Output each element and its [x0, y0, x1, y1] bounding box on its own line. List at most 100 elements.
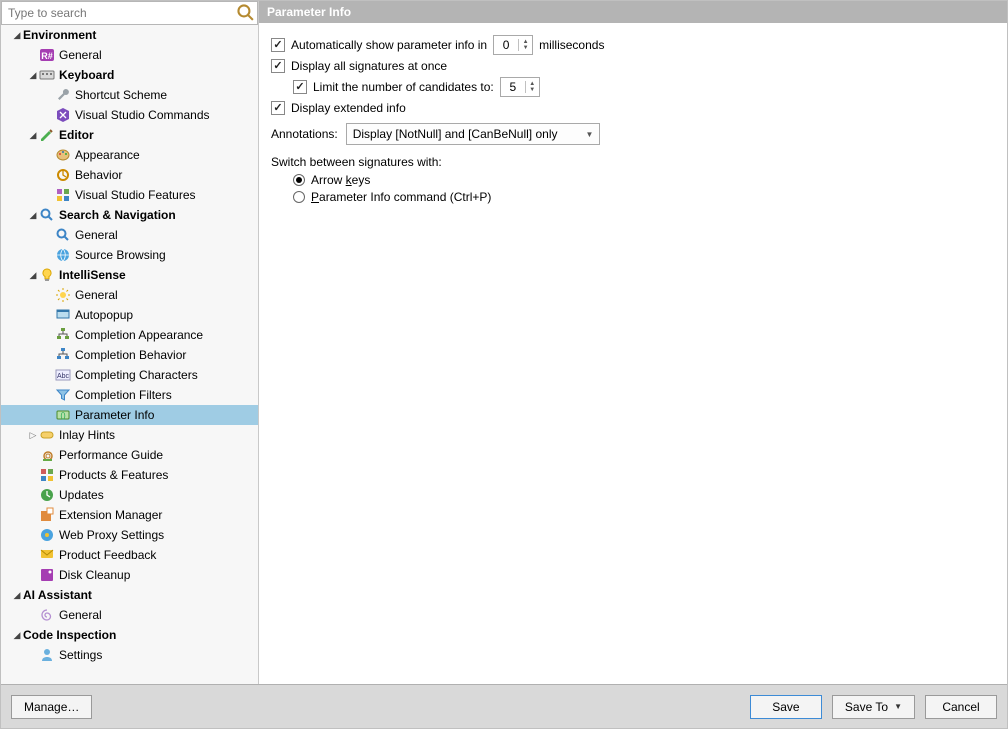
tree-item[interactable]: Completion Filters	[1, 385, 258, 405]
tree-item[interactable]: Completion Behavior	[1, 345, 258, 365]
tree-item-label: Completing Characters	[75, 368, 198, 382]
display-extended-checkbox[interactable]: Display extended info	[271, 101, 406, 115]
spin-down-icon[interactable]: ▼	[519, 45, 532, 51]
tree-item[interactable]: General	[1, 285, 258, 305]
svg-text:(): ()	[60, 411, 66, 420]
search-box[interactable]	[1, 1, 258, 25]
tree-item-label: Shortcut Scheme	[75, 88, 167, 102]
tree-item-label: General	[75, 228, 118, 242]
spiral-icon	[39, 607, 55, 623]
svg-text:Abc: Abc	[57, 373, 70, 380]
snail-icon	[39, 447, 55, 463]
tree-twisty-icon[interactable]: ▷	[27, 431, 39, 440]
auto-show-delay-value[interactable]	[494, 38, 518, 52]
tree-item[interactable]: Behavior	[1, 165, 258, 185]
page-title: Parameter Info	[259, 1, 1007, 23]
tree-item-label: AI Assistant	[23, 588, 92, 602]
tree-twisty-icon[interactable]: ◢	[27, 271, 39, 280]
row-limit-candidates: Limit the number of candidates to: ▲▼	[271, 77, 995, 97]
save-to-button[interactable]: Save To▼	[832, 695, 915, 719]
source-globe-icon	[55, 247, 71, 263]
tree-item[interactable]: Web Proxy Settings	[1, 525, 258, 545]
radio-parameter-info-cmd[interactable]: Parameter Info command (Ctrl+P)	[293, 190, 995, 204]
tree-item[interactable]: Source Browsing	[1, 245, 258, 265]
tree-item[interactable]: Disk Cleanup	[1, 565, 258, 585]
palette-icon	[55, 147, 71, 163]
gear-bulb-icon	[55, 287, 71, 303]
tree-twisty-icon[interactable]: ◢	[11, 631, 23, 640]
tree-item[interactable]: ◢ Keyboard	[1, 65, 258, 85]
right-pane: Parameter Info Automatically show parame…	[259, 1, 1007, 684]
tree-item[interactable]: ▷Inlay Hints	[1, 425, 258, 445]
magnifier-icon	[55, 227, 71, 243]
tree-item[interactable]: R#General	[1, 45, 258, 65]
tree-item[interactable]: Settings	[1, 645, 258, 665]
spinner[interactable]: ▲▼	[518, 39, 532, 51]
tree-item-label: Keyboard	[59, 68, 114, 82]
tree-item[interactable]: ◢Code Inspection	[1, 625, 258, 645]
tree-item[interactable]: General	[1, 225, 258, 245]
tree-item[interactable]: Shortcut Scheme	[1, 85, 258, 105]
annotations-value: Display [NotNull] and [CanBeNull] only	[353, 127, 582, 141]
row-annotations: Annotations: Display [NotNull] and [CanB…	[271, 123, 995, 145]
tree-item[interactable]: Updates	[1, 485, 258, 505]
tree-item[interactable]: Visual Studio Commands	[1, 105, 258, 125]
tree-twisty-icon[interactable]: ◢	[27, 131, 39, 140]
tree-twisty-icon[interactable]: ◢	[11, 591, 23, 600]
manage-button[interactable]: Manage…	[11, 695, 92, 719]
limit-value[interactable]	[501, 80, 525, 94]
search-icon	[235, 2, 257, 24]
tree-item[interactable]: Appearance	[1, 145, 258, 165]
tree-item[interactable]: Performance Guide	[1, 445, 258, 465]
tree-item[interactable]: ◢Search & Navigation	[1, 205, 258, 225]
limit-value-input[interactable]: ▲▼	[500, 77, 540, 97]
tree-item[interactable]: Abc Completing Characters	[1, 365, 258, 385]
left-pane: ◢EnvironmentR#General◢KeyboardShortcut S…	[1, 1, 259, 684]
tree-item-label: Products & Features	[59, 468, 168, 482]
tree-item[interactable]: Autopopup	[1, 305, 258, 325]
tree-item[interactable]: Products & Features	[1, 465, 258, 485]
tree-item[interactable]: General	[1, 605, 258, 625]
radio-pcmd-label: Parameter Info command (Ctrl+P)	[311, 190, 491, 204]
display-all-checkbox[interactable]: Display all signatures at once	[271, 59, 447, 73]
chevron-down-icon: ▼	[581, 130, 597, 139]
settings-tree[interactable]: ◢EnvironmentR#General◢KeyboardShortcut S…	[1, 25, 258, 684]
tree-item-label: Environment	[23, 28, 96, 42]
cancel-button[interactable]: Cancel	[925, 695, 997, 719]
tree-item[interactable]: ◢Environment	[1, 25, 258, 45]
spin-down-icon[interactable]: ▼	[526, 87, 539, 93]
tree-item-label: Performance Guide	[59, 448, 163, 462]
tree-item[interactable]: ()Parameter Info	[1, 405, 258, 425]
tree-item[interactable]: ◢IntelliSense	[1, 265, 258, 285]
settings-form: Automatically show parameter info in ▲▼ …	[259, 23, 1007, 215]
annotations-combo[interactable]: Display [NotNull] and [CanBeNull] only ▼	[346, 123, 601, 145]
tree-item[interactable]: Visual Studio Features	[1, 185, 258, 205]
gear-arrow-icon	[55, 167, 71, 183]
limit-checkbox[interactable]: Limit the number of candidates to:	[293, 80, 494, 94]
tree-twisty-icon[interactable]: ◢	[27, 211, 39, 220]
auto-show-delay-input[interactable]: ▲▼	[493, 35, 533, 55]
keyboard-icon	[39, 67, 55, 83]
auto-show-checkbox[interactable]: Automatically show parameter info in	[271, 38, 487, 52]
tree-item-label: Product Feedback	[59, 548, 156, 562]
settings-dialog: ◢EnvironmentR#General◢KeyboardShortcut S…	[0, 0, 1008, 729]
tree-item[interactable]: ◢Editor	[1, 125, 258, 145]
radio-arrow-keys[interactable]: Arrow keys	[293, 173, 995, 187]
search-input[interactable]	[2, 5, 235, 21]
row-switch-label: Switch between signatures with:	[271, 155, 995, 169]
pencil-icon	[39, 127, 55, 143]
tree-item[interactable]: Extension Manager	[1, 505, 258, 525]
tree-twisty-icon[interactable]: ◢	[27, 71, 39, 80]
hierarchy-icon	[55, 327, 71, 343]
checkbox-icon	[293, 80, 307, 94]
tree-twisty-icon[interactable]: ◢	[11, 31, 23, 40]
tree-item[interactable]: Product Feedback	[1, 545, 258, 565]
save-button[interactable]: Save	[750, 695, 822, 719]
cubes-icon	[55, 187, 71, 203]
tree-item-label: Source Browsing	[75, 248, 166, 262]
radio-arrow-label: Arrow keys	[311, 173, 370, 187]
spinner[interactable]: ▲▼	[525, 81, 539, 93]
checkbox-icon	[271, 59, 285, 73]
tree-item[interactable]: Completion Appearance	[1, 325, 258, 345]
tree-item[interactable]: ◢AI Assistant	[1, 585, 258, 605]
